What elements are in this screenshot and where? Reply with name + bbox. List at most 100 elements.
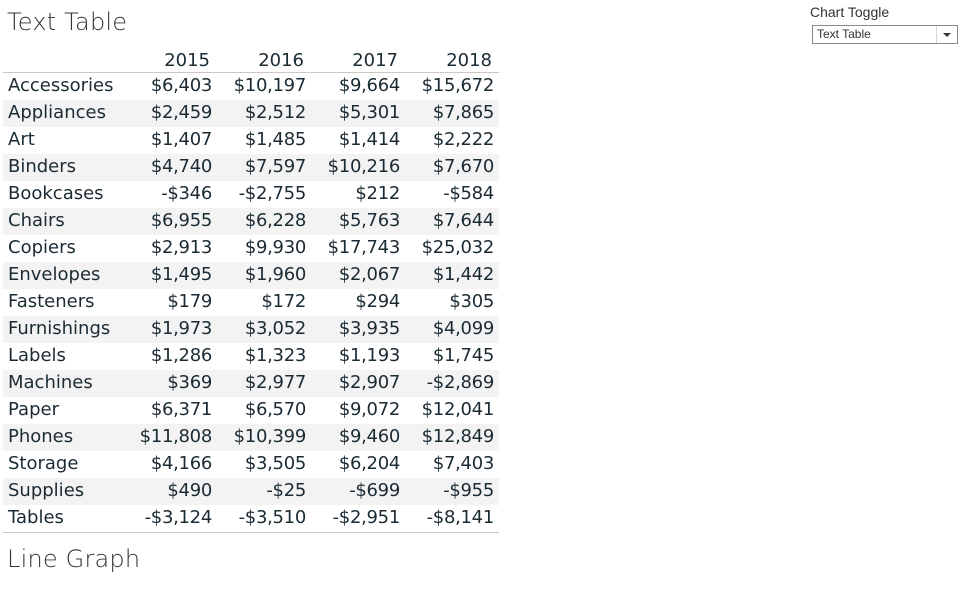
table-row: Tables -$3,124 -$3,510 -$2,951 -$8,141: [3, 505, 499, 532]
table-cell: $2,067: [338, 264, 400, 285]
table-cell: $1,495: [150, 264, 212, 285]
row-label: Supplies: [8, 480, 85, 501]
table-cell: $1,193: [338, 345, 400, 366]
table-cell: $10,197: [233, 75, 307, 96]
table-cell: $7,865: [432, 102, 494, 123]
table-cell: -$346: [161, 183, 212, 204]
table-cell: $2,222: [432, 129, 494, 150]
table-bottom-divider: [3, 532, 499, 533]
row-label: Art: [8, 129, 35, 150]
row-label: Storage: [8, 453, 79, 474]
row-label: Furnishings: [8, 318, 111, 339]
table-cell: $4,740: [150, 156, 212, 177]
table-cell: $305: [449, 291, 494, 312]
table-cell: $6,403: [150, 75, 212, 96]
table-cell: $17,743: [327, 237, 401, 258]
table-row: Binders $4,740 $7,597 $10,216 $7,670: [3, 154, 499, 181]
row-label: Machines: [8, 372, 93, 393]
table-row: Copiers $2,913 $9,930 $17,743 $25,032: [3, 235, 499, 262]
table-row: Phones $11,808 $10,399 $9,460 $12,849: [3, 424, 499, 451]
table-cell: $11,808: [139, 426, 213, 447]
table-cell: $2,459: [150, 102, 212, 123]
table-cell: $490: [167, 480, 212, 501]
table-row: Appliances $2,459 $2,512 $5,301 $7,865: [3, 100, 499, 127]
sheet-title: Text Table: [7, 8, 128, 36]
table-cell: $6,955: [150, 210, 212, 231]
table-cell: -$3,510: [238, 507, 307, 528]
row-label: Copiers: [8, 237, 76, 258]
dropdown-button[interactable]: [936, 26, 957, 43]
table-cell: $9,072: [338, 399, 400, 420]
table-cell: $10,216: [327, 156, 401, 177]
table-cell: $6,570: [244, 399, 306, 420]
row-label: Fasteners: [8, 291, 95, 312]
row-label: Phones: [8, 426, 74, 447]
table-row: Storage $4,166 $3,505 $6,204 $7,403: [3, 451, 499, 478]
row-label: Envelopes: [8, 264, 101, 285]
table-cell: $2,907: [338, 372, 400, 393]
row-label: Bookcases: [8, 183, 104, 204]
text-table: 2015 2016 2017 2018 Accessories $6,403 $10…: [3, 48, 499, 533]
table-cell: $2,977: [244, 372, 306, 393]
table-cell: $5,301: [338, 102, 400, 123]
table-cell: $1,286: [150, 345, 212, 366]
table-row: Chairs $6,955 $6,228 $5,763 $7,644: [3, 208, 499, 235]
table-cell: $1,973: [150, 318, 212, 339]
row-label: Labels: [8, 345, 66, 366]
table-cell: -$25: [266, 480, 306, 501]
column-header-2015: 2015: [164, 50, 210, 71]
table-cell: $1,414: [338, 129, 400, 150]
table-cell: $2,512: [244, 102, 306, 123]
table-cell: $3,505: [244, 453, 306, 474]
table-cell: $9,460: [338, 426, 400, 447]
table-cell: $172: [261, 291, 306, 312]
table-row: Fasteners $179 $172 $294 $305: [3, 289, 499, 316]
table-cell: $15,672: [421, 75, 495, 96]
column-header-2017: 2017: [352, 50, 398, 71]
table-row: Machines $369 $2,977 $2,907 -$2,869: [3, 370, 499, 397]
row-label: Appliances: [8, 102, 106, 123]
table-cell: $4,099: [432, 318, 494, 339]
chart-toggle-label: Chart Toggle: [810, 4, 890, 20]
table-cell: $1,407: [150, 129, 212, 150]
table-row: Art $1,407 $1,485 $1,414 $2,222: [3, 127, 499, 154]
table-cell: $3,935: [338, 318, 400, 339]
table-row: Accessories $6,403 $10,197 $9,664 $15,672: [3, 73, 499, 100]
chart-toggle-control: Chart Toggle Text Table: [810, 4, 960, 44]
table-cell: -$2,951: [332, 507, 401, 528]
table-row: Bookcases -$346 -$2,755 $212 -$584: [3, 181, 499, 208]
table-cell: $294: [355, 291, 400, 312]
table-cell: $1,442: [432, 264, 494, 285]
table-cell: $7,670: [432, 156, 494, 177]
column-header-2016: 2016: [258, 50, 304, 71]
row-label: Tables: [8, 507, 64, 528]
table-cell: $6,228: [244, 210, 306, 231]
table-cell: -$584: [443, 183, 494, 204]
table-cell: -$699: [349, 480, 400, 501]
table-cell: -$2,755: [238, 183, 307, 204]
row-label: Accessories: [8, 75, 114, 96]
table-cell: $7,597: [244, 156, 306, 177]
table-cell: $7,403: [432, 453, 494, 474]
table-cell: $212: [355, 183, 400, 204]
table-cell: -$2,869: [426, 372, 495, 393]
chevron-down-icon: [943, 33, 951, 37]
column-header-2018: 2018: [446, 50, 492, 71]
table-cell: $6,204: [338, 453, 400, 474]
table-row: Furnishings $1,973 $3,052 $3,935 $4,099: [3, 316, 499, 343]
table-cell: $2,913: [150, 237, 212, 258]
table-cell: $179: [167, 291, 212, 312]
table-header: 2015 2016 2017 2018: [3, 48, 499, 73]
table-cell: -$3,124: [144, 507, 213, 528]
table-row: Supplies $490 -$25 -$699 -$955: [3, 478, 499, 505]
table-cell: $1,960: [244, 264, 306, 285]
table-cell: $3,052: [244, 318, 306, 339]
table-cell: $9,664: [338, 75, 400, 96]
table-cell: -$8,141: [426, 507, 495, 528]
chart-toggle-dropdown[interactable]: Text Table: [812, 25, 958, 44]
table-cell: $25,032: [421, 237, 495, 258]
table-row: Envelopes $1,495 $1,960 $2,067 $1,442: [3, 262, 499, 289]
line-graph-title: Line Graph: [7, 545, 141, 573]
table-cell: $1,485: [244, 129, 306, 150]
table-cell: $10,399: [233, 426, 307, 447]
